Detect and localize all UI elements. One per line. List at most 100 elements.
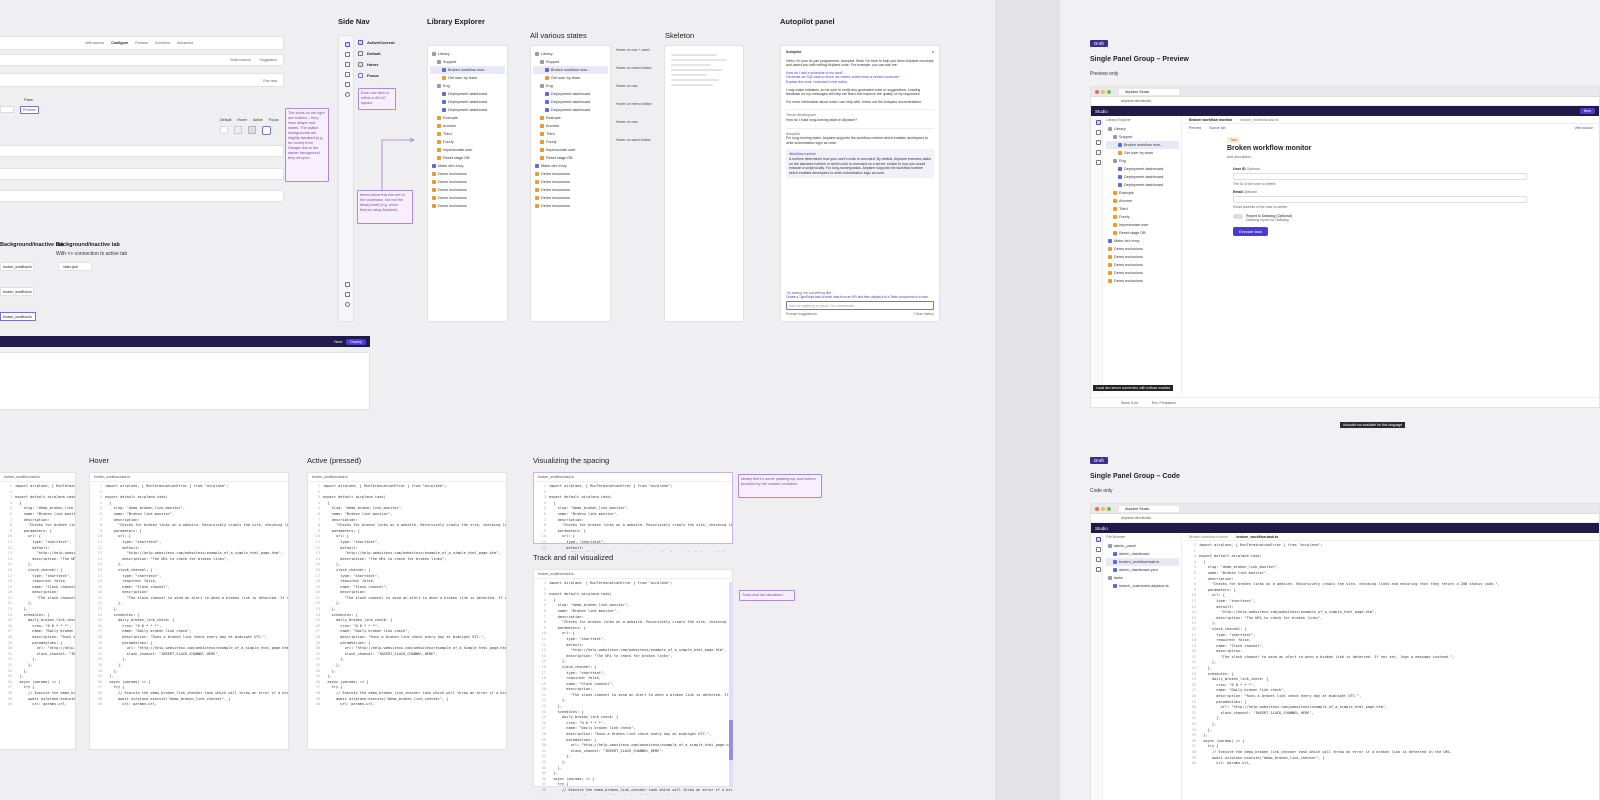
autopilot-input[interactable]: Ask me anything or press / for commands.…: [786, 301, 934, 311]
footer-example[interactable]: Create a TypeScript task to fetch data f…: [786, 295, 934, 299]
tree-item[interactable]: Impersonate user: [533, 146, 608, 154]
tree-item[interactable]: Eng: [430, 82, 505, 90]
tree-item[interactable]: Broken workflow mon...: [430, 66, 505, 74]
tree-item[interactable]: Make dev envy: [430, 162, 505, 170]
tab-web-source[interactable]: Web source: [85, 41, 104, 45]
settings-icon[interactable]: [1095, 567, 1101, 572]
tree-item[interactable]: Demo exclusions: [1106, 261, 1179, 269]
tree-item[interactable]: Demo exclusions: [1106, 277, 1179, 285]
editor-tab-inactive[interactable]: broken_workflow.task.ts: [1240, 118, 1278, 122]
execute-task-button[interactable]: Execute task: [1233, 227, 1268, 236]
tab-configure[interactable]: Configure: [111, 41, 128, 45]
tree-item[interactable]: Demo exclusions: [533, 178, 608, 186]
file-item[interactable]: broken_workflow.task.ts: [1106, 558, 1179, 566]
maximize-dot-icon[interactable]: [1107, 89, 1111, 94]
clear-history-link[interactable]: Clear history: [914, 312, 934, 317]
inactive-tab-d[interactable]: broken_workflow.ts: [0, 312, 36, 321]
tree-item[interactable]: Anomer: [533, 122, 608, 130]
tree-item[interactable]: Demo exclusions: [533, 186, 608, 194]
close-icon[interactable]: ×: [932, 50, 934, 55]
tree-item[interactable]: Broken workflow mon...: [533, 66, 608, 74]
subtab-source[interactable]: Source tab: [1209, 126, 1225, 130]
close-dot-icon[interactable]: [1095, 89, 1099, 94]
task-description[interactable]: Add description...: [1227, 155, 1527, 159]
status-env[interactable]: Env: Production: [1152, 401, 1176, 405]
tree-item[interactable]: Fourly: [430, 138, 505, 146]
code-body[interactable]: 1import airplane, { RunTerminationError …: [0, 482, 75, 758]
tree-item[interactable]: Demo exclusions: [430, 186, 505, 194]
file-item[interactable]: admin_dashboard.yarn: [1106, 566, 1179, 574]
folder-icon[interactable]: [1095, 120, 1101, 125]
tree-item[interactable]: Demo exclusions: [430, 202, 505, 210]
status-left[interactable]: Stone Cold: [1121, 401, 1138, 405]
swatch-focus[interactable]: [262, 126, 271, 135]
tree-item[interactable]: Demo exclusions: [430, 194, 505, 202]
run-now-label[interactable]: Run now: [263, 79, 277, 83]
datadog-toggle[interactable]: [1233, 214, 1243, 219]
monitor-icon[interactable]: [1095, 130, 1101, 135]
tree-item[interactable]: Demo exclusions: [533, 170, 608, 178]
tree-item[interactable]: Demo exclusions: [533, 202, 608, 210]
tree-item[interactable]: Get user by team: [1106, 149, 1179, 157]
tree-item[interactable]: Demo exclusions: [533, 194, 608, 202]
minimize-dot-icon[interactable]: [1101, 89, 1105, 94]
nav-terminal-icon[interactable]: [344, 292, 350, 297]
editor-tab-active[interactable]: Broken workflow monitor: [1189, 118, 1232, 122]
editor-tab-active[interactable]: broken_workflow.task.ts: [1236, 535, 1278, 539]
nav-help-icon[interactable]: [344, 302, 350, 307]
code-body[interactable]: 1import airplane, { RunTerminationError …: [308, 482, 506, 758]
suggestion-label[interactable]: Suggestion: [259, 58, 277, 62]
tab-preview[interactable]: Preview: [135, 41, 148, 45]
tab-advanced[interactable]: Advanced: [177, 41, 193, 45]
tree-item[interactable]: Eng: [1106, 157, 1179, 165]
tree-item[interactable]: Deployment dashboard: [430, 98, 505, 106]
code-file-tab[interactable]: broken_workflow.task.ts: [308, 473, 506, 482]
deploy-button[interactable]: Deploy: [346, 338, 366, 345]
url-bar[interactable]: airplane.dev/studio: [1091, 514, 1599, 523]
swatch-hover[interactable]: [234, 126, 242, 134]
inactive-tab-a[interactable]: broken_workflow.ts: [0, 262, 34, 271]
tree-item[interactable]: Example: [430, 114, 505, 122]
minimize-dot-icon[interactable]: [1101, 506, 1105, 511]
tree-item[interactable]: Anomer: [1106, 197, 1179, 205]
inactive-tab-c[interactable]: broken_workflow.ts: [0, 287, 34, 296]
next-button[interactable]: Next: [334, 340, 342, 344]
file-item[interactable]: tasks: [1106, 574, 1179, 582]
code-file-tab[interactable]: broken_workflow.task.ts: [90, 473, 288, 482]
trash-icon[interactable]: [1095, 557, 1101, 562]
tree-item[interactable]: Library: [430, 50, 505, 58]
tree-item[interactable]: Reset stage DB: [430, 154, 505, 162]
tree-item[interactable]: Demo exclusions: [1106, 245, 1179, 253]
tree-item[interactable]: Demo exclusions: [430, 178, 505, 186]
tree-item[interactable]: Third: [1106, 205, 1179, 213]
tree-item[interactable]: Demo exclusions: [1106, 269, 1179, 277]
nav-monitor-icon[interactable]: [344, 52, 350, 57]
view-source-link[interactable]: View source: [1575, 126, 1593, 130]
browser-tab[interactable]: Airplane Studio: [1119, 505, 1179, 512]
tree-item[interactable]: Fourly: [533, 138, 608, 146]
tree-item[interactable]: Example: [533, 114, 608, 122]
tree-item[interactable]: Deployment dashboard: [430, 106, 505, 114]
tree-item[interactable]: Deployment dashboard: [1106, 165, 1179, 173]
browser-tab[interactable]: Airplane Studio: [1119, 88, 1179, 95]
prompt-suggestions-link[interactable]: Prompt suggestions: [786, 312, 817, 317]
tree-item[interactable]: Make dev envy: [533, 162, 608, 170]
nav-trash-icon[interactable]: [344, 62, 350, 67]
code-body[interactable]: 1import airplane, { RunTerminationError …: [534, 482, 732, 552]
tree-item[interactable]: Library: [533, 50, 608, 58]
tree-item[interactable]: Eng: [533, 82, 608, 90]
nav-grid-icon[interactable]: [344, 82, 350, 87]
tree-item[interactable]: Deployment dashboard: [1106, 181, 1179, 189]
email-input[interactable]: [1233, 196, 1527, 203]
file-item[interactable]: admin_panel: [1106, 542, 1179, 550]
trash-icon[interactable]: [1095, 140, 1101, 145]
tree-item[interactable]: Get user by team: [533, 74, 608, 82]
tab-schedule[interactable]: Schedule: [155, 41, 170, 45]
nav-settings-icon[interactable]: [344, 92, 350, 97]
tree-item[interactable]: Anomer: [430, 122, 505, 130]
code-file-tab[interactable]: broken_workflow.task.ts: [0, 473, 75, 482]
folder-icon[interactable]: [1095, 537, 1101, 542]
track-thumb[interactable]: [729, 720, 733, 760]
workflow-card[interactable]: Workflow runtime A runtime determines ho…: [786, 149, 934, 179]
share-source-label[interactable]: Share source: [230, 58, 251, 62]
